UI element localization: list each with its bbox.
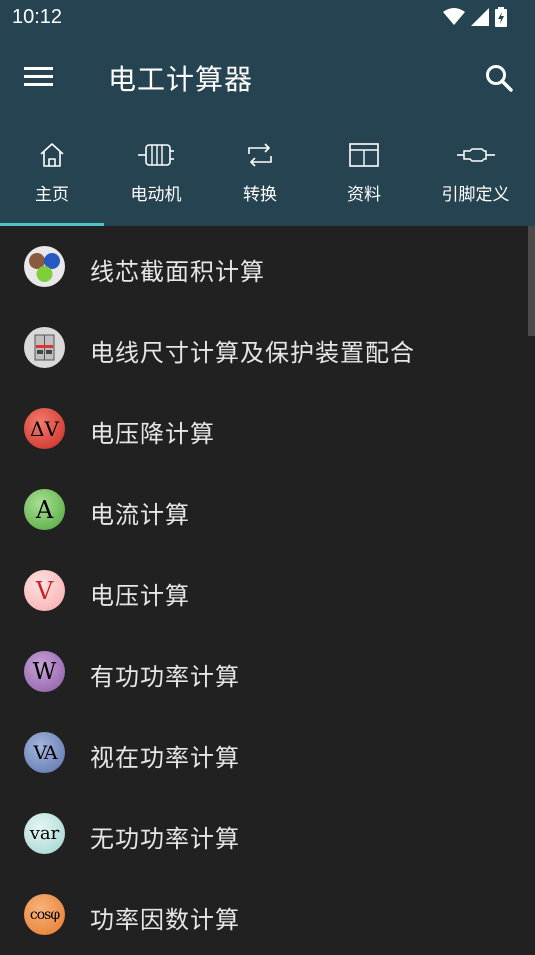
item-label: 电线尺寸计算及保护装置配合 [90, 339, 415, 367]
reactive-power-icon: var [24, 813, 65, 854]
tab-label: 引脚定义 [441, 185, 510, 205]
list-item[interactable]: 电线尺寸计算及保护装置配合 [0, 307, 535, 388]
menu-icon [24, 67, 53, 70]
item-label: 线芯截面积计算 [90, 258, 265, 286]
tab-label: 资料 [347, 185, 381, 205]
list-item[interactable]: VA 视在功率计算 [0, 712, 535, 793]
convert-icon [248, 143, 272, 167]
status-bar: 10:12 [0, 0, 535, 36]
tab-label: 主页 [35, 185, 69, 205]
list-item[interactable]: var 无功功率计算 [0, 793, 535, 874]
tab-pinout[interactable]: 引脚定义 [416, 120, 535, 226]
item-label: 功率因数计算 [90, 906, 240, 934]
wire-core-icon [24, 246, 65, 287]
tab-bar: 主页 电动机 转换 资料 引脚定义 [0, 120, 535, 226]
scrollbar[interactable] [528, 226, 535, 336]
wifi-icon [443, 8, 465, 25]
breaker-icon [24, 327, 65, 368]
list-item[interactable]: A 电流计算 [0, 469, 535, 550]
search-button[interactable] [483, 62, 515, 94]
tab-motor[interactable]: 电动机 [104, 120, 208, 226]
list-item[interactable]: W 有功功率计算 [0, 631, 535, 712]
book-icon [349, 143, 379, 167]
status-icons [443, 7, 507, 27]
apparent-power-icon: VA [24, 732, 65, 773]
voltage-icon: V [24, 570, 65, 611]
app-bar: 电工计算器 [0, 36, 535, 120]
list-item[interactable]: V 电压计算 [0, 550, 535, 631]
item-label: 视在功率计算 [90, 744, 240, 772]
tab-docs[interactable]: 资料 [312, 120, 416, 226]
list-item[interactable]: ΔV 电压降计算 [0, 388, 535, 469]
battery-icon [495, 7, 507, 27]
active-power-icon: W [24, 651, 65, 692]
calculator-list: 线芯截面积计算 电线尺寸计算及保护装置配合 ΔV 电压降计算 A 电流计算 V … [0, 226, 535, 955]
item-label: 电流计算 [90, 501, 190, 529]
status-time: 10:12 [12, 6, 63, 28]
signal-icon [471, 8, 489, 26]
item-label: 电压降计算 [90, 420, 215, 448]
tab-label: 转换 [243, 185, 277, 205]
power-factor-icon: cosφ [24, 894, 65, 935]
current-icon: A [24, 489, 65, 530]
item-label: 无功功率计算 [90, 825, 240, 853]
home-icon [40, 143, 64, 167]
tab-convert[interactable]: 转换 [208, 120, 312, 226]
app-title: 电工计算器 [108, 63, 254, 96]
list-item[interactable]: cosφ 功率因数计算 [0, 874, 535, 955]
voltage-drop-icon: ΔV [24, 408, 65, 449]
search-icon [486, 65, 513, 92]
item-label: 有功功率计算 [90, 663, 240, 691]
tab-label: 电动机 [130, 185, 182, 205]
tab-home[interactable]: 主页 [0, 120, 104, 226]
menu-button[interactable] [24, 63, 58, 93]
connector-icon [456, 148, 495, 162]
item-label: 电压计算 [90, 582, 190, 610]
list-item[interactable]: 线芯截面积计算 [0, 226, 535, 307]
motor-icon [138, 144, 174, 166]
